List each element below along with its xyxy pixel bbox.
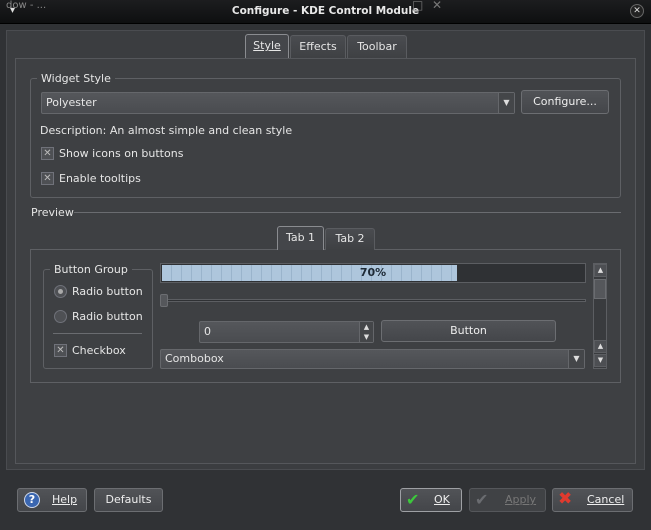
apply-button[interactable]: ✔ Apply <box>469 488 546 512</box>
spinbox-up-icon[interactable]: ▲ <box>359 322 373 332</box>
preview-button[interactable]: Button <box>381 320 556 342</box>
slider-track <box>160 299 586 302</box>
slider-handle[interactable] <box>160 294 168 307</box>
background-minimize-icon: □ <box>412 0 424 12</box>
help-icon: ? <box>24 492 40 508</box>
help-label: Help <box>52 493 78 506</box>
ok-label: OK <box>434 493 450 506</box>
enable-tooltips-label[interactable]: Enable tooltips <box>59 172 141 185</box>
button-group-legend: Button Group <box>54 263 128 276</box>
progress-bar: 70% <box>160 263 586 283</box>
scrollbar-thumb[interactable] <box>594 279 606 299</box>
tab-style[interactable]: Style <box>245 34 289 60</box>
tab-toolbar[interactable]: Toolbar <box>347 35 407 59</box>
title-bar[interactable]: dow - ... ▾ Configure - KDE Control Modu… <box>0 0 651 24</box>
scroll-down-icon[interactable]: ▼ <box>594 354 607 367</box>
widget-style-select[interactable]: Polyester ▼ <box>41 92 515 114</box>
background-close-icon: ✕ <box>432 0 443 12</box>
help-button[interactable]: ? Help <box>17 488 87 512</box>
radio-button-1-label[interactable]: Radio button <box>72 285 143 298</box>
checkmark-icon: ✔ <box>406 490 420 509</box>
chevron-down-icon: ▼ <box>568 350 584 368</box>
cancel-x-icon: ✖ <box>558 489 573 509</box>
apply-label: Apply <box>505 493 537 506</box>
widget-style-legend: Widget Style <box>41 72 111 85</box>
preview-combobox[interactable]: Combobox ▼ <box>160 349 585 369</box>
radio-button-2-label[interactable]: Radio button <box>72 310 143 323</box>
tab-effects[interactable]: Effects <box>290 35 346 59</box>
preview-title: Preview <box>31 206 74 219</box>
enable-tooltips-checkbox[interactable]: ✕ <box>41 172 54 185</box>
widget-style-value: Polyester <box>46 96 97 109</box>
cancel-button[interactable]: ✖ Cancel <box>552 488 633 512</box>
configure-button[interactable]: Configure... <box>521 90 609 114</box>
radio-button-1[interactable] <box>54 285 67 298</box>
preview-divider <box>74 212 621 213</box>
show-icons-label[interactable]: Show icons on buttons <box>59 147 183 160</box>
close-icon[interactable]: ✕ <box>630 4 644 18</box>
combobox-value: Combobox <box>165 352 224 365</box>
apply-check-icon: ✔ <box>475 490 489 509</box>
show-icons-checkbox[interactable]: ✕ <box>41 147 54 160</box>
preview-checkbox[interactable]: ✕ <box>54 344 67 357</box>
preview-tab-1[interactable]: Tab 1 <box>277 226 324 250</box>
preview-checkbox-label[interactable]: Checkbox <box>72 344 126 357</box>
scroll-up-icon[interactable]: ▲ <box>594 340 607 353</box>
scroll-up-icon[interactable]: ▲ <box>594 264 607 277</box>
cancel-label: Cancel <box>587 493 625 506</box>
ok-button[interactable]: ✔ OK <box>400 488 462 512</box>
chevron-down-icon: ▼ <box>498 93 514 113</box>
style-description: Description: An almost simple and clean … <box>40 124 293 137</box>
radio-button-2[interactable] <box>54 310 67 323</box>
window-title: Configure - KDE Control Module <box>231 5 420 17</box>
spinbox-down-icon[interactable]: ▼ <box>359 332 373 342</box>
preview-tab-2[interactable]: Tab 2 <box>325 228 375 250</box>
defaults-button[interactable]: Defaults <box>94 488 163 512</box>
progress-label: 70% <box>359 266 387 279</box>
spinbox-value: 0 <box>204 325 211 338</box>
button-group-divider <box>53 333 142 334</box>
preview-spinbox[interactable]: 0 ▲ ▼ <box>199 321 374 343</box>
